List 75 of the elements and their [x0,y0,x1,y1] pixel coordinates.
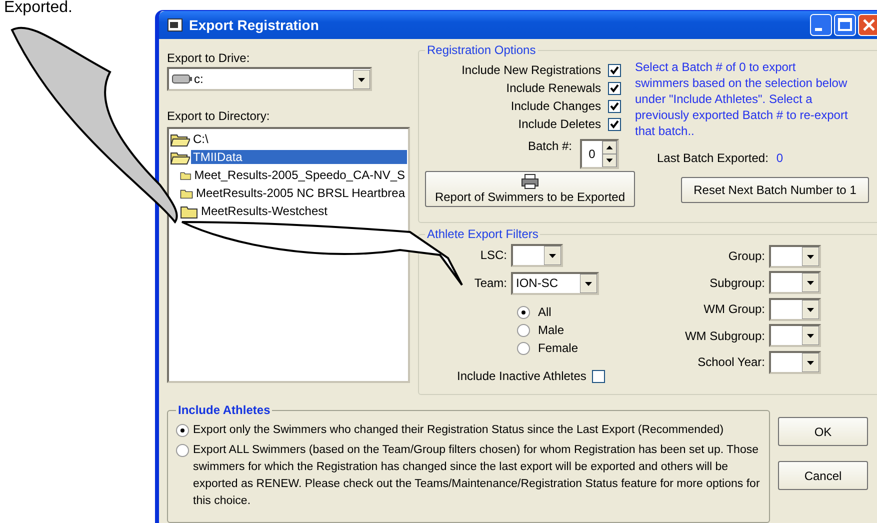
panel-legend: Athlete Export Filters [425,227,540,241]
open-folder-icon [170,150,190,164]
filter-label: Group: [728,249,765,264]
filter-dropdown[interactable] [769,271,821,294]
checkbox-label: Include Deletes [518,117,601,131]
panel-legend: Registration Options [425,43,538,57]
dropdown-arrow-icon[interactable] [580,274,597,292]
checkbox-label: Include Inactive Athletes [457,369,586,383]
directory-item[interactable]: MeetResults-2005 NC BRSL Heartbrea [194,186,407,200]
checkbox-label: Include New Registrations [462,63,601,77]
dialog-button[interactable]: OK [778,417,868,446]
filter-dropdown[interactable] [769,244,821,268]
checkbox[interactable] [608,82,621,94]
directory-item[interactable]: MeetResults-Westchest [199,204,330,218]
checkbox[interactable] [608,118,621,130]
dropdown-arrow-icon[interactable] [802,246,819,266]
filter-label: Subgroup: [710,276,765,290]
radio-button[interactable] [176,444,189,457]
dropdown-arrow-icon[interactable] [802,300,819,319]
maximize-icon[interactable] [834,14,856,36]
printer-icon [521,174,539,189]
radio-label: All [538,305,552,319]
radio-button[interactable] [517,342,530,354]
info-text: Select a Batch # of 0 to export swimmers based on the selection below under "Include Athletes". Select a previously exported Batch # to re-export that batch.. [635,59,849,139]
drive-icon [172,74,192,84]
reset-batch-button[interactable]: Reset Next Batch Number to 1 [681,177,869,203]
batch-label: Batch #: [528,139,572,153]
open-folder-icon [170,132,190,146]
dropdown-arrow-icon[interactable] [802,326,819,346]
filter-label: Team: [473,276,507,290]
radio-label: Male [538,323,564,337]
radio-button[interactable] [176,424,189,437]
filter-label: School Year: [698,355,765,370]
report-button[interactable]: Report of Swimmers to be Exported [425,171,635,207]
window-icon [167,18,183,32]
drive-dropdown[interactable]: c: [167,67,372,91]
radio-button[interactable] [517,324,530,336]
dropdown-arrow-icon[interactable] [802,273,819,292]
radio-label: Export only the Swimmers who changed their Registration Status since the Last Export (Recommended) [193,423,724,438]
filter-label: LSC: [479,248,507,262]
panel-legend: Include Athletes [176,403,272,417]
spin-up-icon[interactable] [602,141,617,154]
filter-dropdown[interactable] [769,298,821,321]
last-batch-value: 0 [776,151,784,165]
directory-item[interactable]: TMIIData [191,150,407,164]
dialog-button[interactable]: Cancel [778,461,868,490]
filter-dropdown[interactable]: ION-SC [511,272,599,294]
checkbox[interactable] [608,100,621,112]
filter-label: WM Subgroup: [684,328,765,343]
last-batch-label: Last Batch Exported: [657,151,768,165]
filter-label: WM Group: [704,302,765,316]
directory-item[interactable]: Meet_Results-2005_Speedo_CA-NV_S [192,168,407,182]
filter-dropdown[interactable] [769,350,821,374]
checkbox-label: Include Changes [510,99,601,113]
spin-down-icon[interactable] [602,154,617,167]
radio-label: Female [538,341,578,355]
radio-button[interactable] [517,306,530,318]
dropdown-arrow-icon[interactable] [353,70,370,88]
checkbox[interactable] [592,370,606,382]
directory-label: Export to Directory: [167,109,271,123]
filter-dropdown[interactable] [769,324,821,348]
checkbox-label: Include Renewals [506,81,601,95]
directory-item[interactable]: C:\ [191,132,210,146]
window-title: Export Registration [189,17,320,33]
caption-text: Exported. [4,0,72,16]
drive-label: Export to Drive: [167,51,251,65]
folder-icon [180,204,198,218]
close-icon[interactable] [858,14,877,36]
radio-label: Export ALL Swimmers (based on the Team/Group filters chosen) for whom Registration has been set up. Those swimmers for which the Registration has changed since the last export will be exported and others will be exported as RENEW. Please check out the Teams/Maintenance/Registration Status feature for more options for this choice. [193,443,761,509]
filter-dropdown[interactable] [511,244,563,266]
checkbox[interactable] [608,64,621,76]
batch-spinner[interactable]: 0 [580,139,619,169]
dropdown-arrow-icon[interactable] [802,352,819,372]
minimize-icon[interactable] [810,14,832,36]
dropdown-arrow-icon[interactable] [544,246,561,264]
